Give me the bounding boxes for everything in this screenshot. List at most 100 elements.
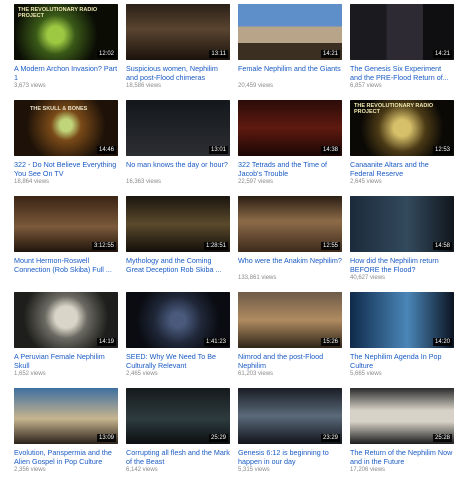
video-title[interactable]: Canaanite Altars and the Federal Reserve (350, 160, 454, 178)
view-count: 2,465 views (126, 371, 158, 377)
video-title[interactable]: Who were the Anakim Nephilim? (238, 256, 342, 274)
video-thumbnail[interactable]: 14:21 (238, 4, 342, 60)
video-title[interactable]: The Nephilim Agenda In Pop Culture (350, 352, 454, 370)
video-title[interactable]: Evolution, Panspermia and the Alien Gosp… (14, 448, 118, 466)
video-thumbnail[interactable]: THE REVOLUTIONARY RADIO PROJECT 12:02 (14, 4, 118, 60)
thumbnail-caption: THE REVOLUTIONARY RADIO PROJECT (18, 7, 98, 19)
video-title[interactable]: A Modern Archon Invasion? Part 1 (14, 64, 118, 82)
video-title[interactable]: Suspicious women, Nephilim and post-Floo… (126, 64, 230, 82)
video-title[interactable]: No man knows the day or hour? (126, 160, 230, 178)
video-thumbnail[interactable]: 25:28 (350, 388, 454, 444)
video-title[interactable]: A Peruvian Female Nephilim Skull (14, 352, 118, 370)
duration-badge: 3:12:55 (91, 242, 116, 250)
duration-badge: 13:09 (96, 434, 116, 442)
duration-badge: 14:58 (432, 242, 452, 250)
view-count: 1,652 views (14, 371, 46, 377)
duration-badge: 14:19 (96, 338, 116, 346)
video-card[interactable]: 3:12:55 Mount Hermon-Roswell Connection … (14, 196, 118, 280)
thumbnail-caption: THE SKULL & BONES (30, 106, 88, 112)
view-count: 16,363 views (126, 179, 162, 185)
view-count: 6,857 views (350, 83, 382, 89)
duration-badge: 12:53 (432, 146, 452, 154)
duration-badge: 15:26 (320, 338, 340, 346)
video-thumbnail[interactable]: 1:41:23 (126, 292, 230, 348)
view-count: 5,315 views (238, 467, 270, 473)
video-thumbnail[interactable]: 1:28:51 (126, 196, 230, 252)
video-card[interactable]: 14:38 322 Tetrads and the Time of Jacob'… (238, 100, 342, 185)
video-card[interactable]: THE REVOLUTIONARY RADIO PROJECT 12:53 Ca… (350, 100, 454, 185)
video-card[interactable]: 12:55 Who were the Anakim Nephilim? 133,… (238, 196, 342, 281)
video-thumbnail[interactable]: 14:38 (238, 100, 342, 156)
video-card[interactable]: 1:41:23 SEED: Why We Need To Be Cultural… (126, 292, 230, 377)
video-card[interactable]: 14:21 Female Nephilim and the Giants 20,… (238, 4, 342, 89)
duration-badge: 23:29 (320, 434, 340, 442)
duration-badge: 14:21 (432, 50, 452, 58)
view-count: 2,645 views (350, 179, 382, 185)
video-card[interactable]: 23:29 Genesis 6:12 is beginning to happe… (238, 388, 342, 473)
video-title[interactable]: Corrupting all flesh and the Mark of the… (126, 448, 230, 466)
duration-badge: 14:38 (320, 146, 340, 154)
video-card[interactable]: 13:11 Suspicious women, Nephilim and pos… (126, 4, 230, 89)
view-count: 18,864 views (14, 179, 50, 185)
video-card[interactable]: 25:29 Corrupting all flesh and the Mark … (126, 388, 230, 473)
video-thumbnail[interactable]: 12:55 (238, 196, 342, 252)
view-count: 133,861 views (238, 275, 277, 281)
video-title[interactable]: 322 Tetrads and the Time of Jacob's Trou… (238, 160, 342, 178)
duration-badge: 1:28:51 (203, 242, 228, 250)
video-thumbnail[interactable]: 15:26 (238, 292, 342, 348)
video-title[interactable]: How did the Nephilim return BEFORE the F… (350, 256, 454, 274)
video-card[interactable]: 13:09 Evolution, Panspermia and the Alie… (14, 388, 118, 473)
duration-badge: 14:21 (320, 50, 340, 58)
duration-badge: 13:01 (208, 146, 228, 154)
video-title[interactable]: The Genesis Six Experiment and the PRE-F… (350, 64, 454, 82)
video-thumbnail[interactable]: 3:12:55 (14, 196, 118, 252)
video-card[interactable]: 25:28 The Return of the Nephilim Now and… (350, 388, 454, 473)
thumbnail-caption: THE REVOLUTIONARY RADIO PROJECT (354, 103, 434, 115)
duration-badge: 25:29 (208, 434, 228, 442)
view-count: 22,597 views (238, 179, 274, 185)
video-title[interactable]: Genesis 6:12 is beginning to happen in o… (238, 448, 342, 466)
view-count: 2,356 views (14, 467, 46, 473)
duration-badge: 14:46 (96, 146, 116, 154)
view-count: 18,586 views (126, 83, 162, 89)
video-title[interactable]: Female Nephilim and the Giants (238, 64, 342, 82)
video-thumbnail[interactable]: 13:11 (126, 4, 230, 60)
video-title[interactable]: The Return of the Nephilim Now and in th… (350, 448, 454, 466)
video-card[interactable]: 15:26 Nimrod and the post-Flood Nephilim… (238, 292, 342, 377)
video-title[interactable]: Nimrod and the post-Flood Nephilim (238, 352, 342, 370)
video-thumbnail[interactable]: THE SKULL & BONES 14:46 (14, 100, 118, 156)
duration-badge: 14:20 (432, 338, 452, 346)
video-title[interactable]: 322 - Do Not Believe Everything You See … (14, 160, 118, 178)
video-thumbnail[interactable]: THE REVOLUTIONARY RADIO PROJECT 12:53 (350, 100, 454, 156)
view-count: 5,665 views (350, 371, 382, 377)
video-thumbnail[interactable]: 14:58 (350, 196, 454, 252)
duration-badge: 13:11 (209, 50, 228, 58)
video-card[interactable]: 1:28:51 Mythology and the Coming Great D… (126, 196, 230, 280)
view-count: 40,627 views (350, 275, 386, 281)
duration-badge: 25:28 (432, 434, 452, 442)
video-card[interactable]: 14:19 A Peruvian Female Nephilim Skull 1… (14, 292, 118, 377)
video-title[interactable]: Mount Hermon-Roswell Connection (Rob Ski… (14, 256, 118, 274)
video-title[interactable]: Mythology and the Coming Great Deception… (126, 256, 230, 274)
video-title[interactable]: SEED: Why We Need To Be Culturally Relev… (126, 352, 230, 370)
video-card[interactable]: 14:20 The Nephilim Agenda In Pop Culture… (350, 292, 454, 377)
video-thumbnail[interactable]: 14:21 (350, 4, 454, 60)
video-grid: THE REVOLUTIONARY RADIO PROJECT 12:02 A … (14, 4, 454, 473)
view-count: 3,673 views (14, 83, 46, 89)
video-card[interactable]: THE SKULL & BONES 14:46 322 - Do Not Bel… (14, 100, 118, 185)
view-count: 17,206 views (350, 467, 386, 473)
video-card[interactable]: 13:01 No man knows the day or hour? 16,3… (126, 100, 230, 185)
video-card[interactable]: 14:21 The Genesis Six Experiment and the… (350, 4, 454, 89)
video-thumbnail[interactable]: 23:29 (238, 388, 342, 444)
video-thumbnail[interactable]: 13:01 (126, 100, 230, 156)
duration-badge: 12:55 (320, 242, 340, 250)
video-card[interactable]: 14:58 How did the Nephilim return BEFORE… (350, 196, 454, 281)
view-count: 20,459 views (238, 83, 274, 89)
duration-badge: 1:41:23 (203, 338, 228, 346)
video-thumbnail[interactable]: 14:20 (350, 292, 454, 348)
video-thumbnail[interactable]: 25:29 (126, 388, 230, 444)
video-thumbnail[interactable]: 14:19 (14, 292, 118, 348)
duration-badge: 12:02 (96, 50, 116, 58)
video-card[interactable]: THE REVOLUTIONARY RADIO PROJECT 12:02 A … (14, 4, 118, 89)
video-thumbnail[interactable]: 13:09 (14, 388, 118, 444)
